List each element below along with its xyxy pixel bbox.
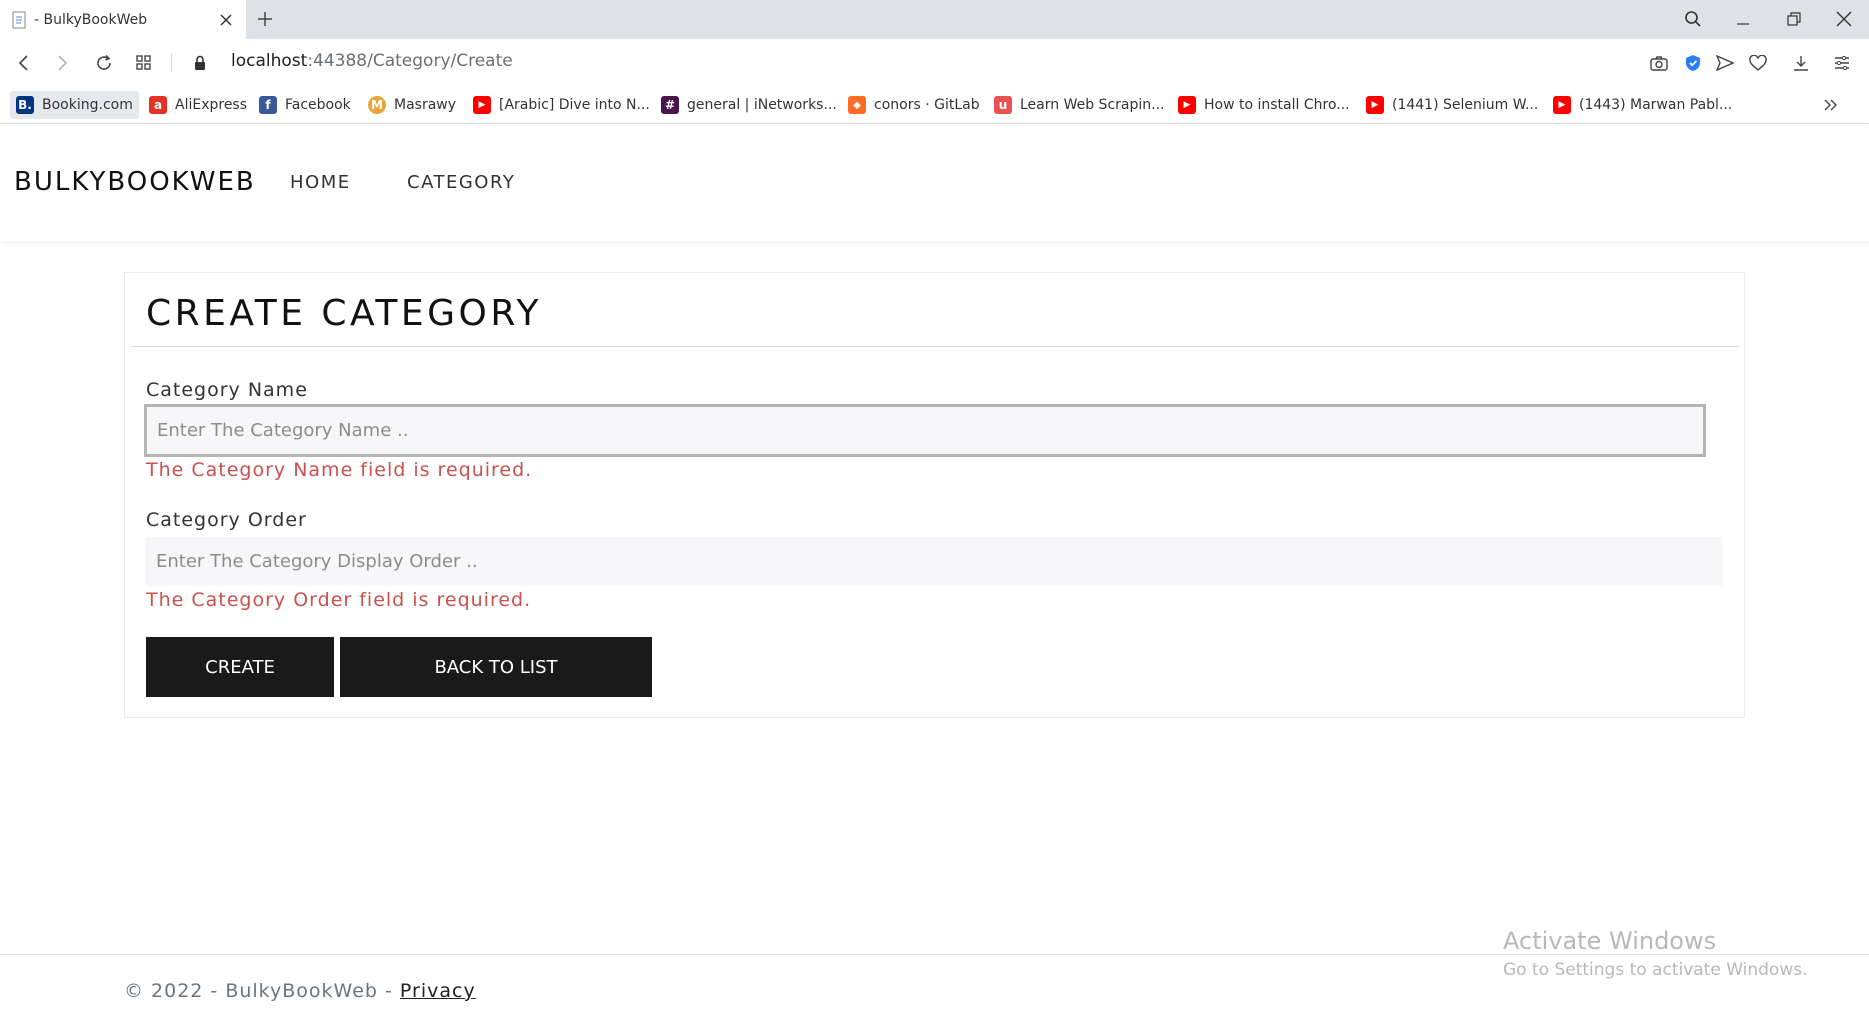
activate-windows-title: Activate Windows xyxy=(1503,927,1717,955)
bookmark-label: (1443) Marwan Pabl... xyxy=(1579,97,1733,113)
bookmark-label: (1441) Selenium W... xyxy=(1392,97,1539,113)
bookmark-install-chrome[interactable]: ▶ How to install Chro... xyxy=(1172,91,1356,119)
bookmarks-bar: B. Booking.com a AliExpress f Facebook M Mas… xyxy=(0,86,1869,124)
bookmark-aliexpress[interactable]: a AliExpress xyxy=(143,91,253,119)
bookmark-web-scraping[interactable]: u Learn Web Scrapin... xyxy=(988,91,1170,119)
bookmark-booking[interactable]: B. Booking.com xyxy=(10,91,139,119)
bookmark-label: Booking.com xyxy=(42,97,133,113)
chevron-double-right-icon[interactable] xyxy=(1821,95,1841,115)
bookmark-gitlab[interactable]: ◆ conors · GitLab xyxy=(842,91,986,119)
nav-category[interactable]: CATEGORY xyxy=(407,172,515,193)
minimize-icon[interactable] xyxy=(1728,6,1758,32)
close-tab-icon[interactable] xyxy=(216,10,236,30)
brand-logo[interactable]: BULKYBOOKWEB xyxy=(14,167,256,197)
lock-icon[interactable] xyxy=(187,50,213,76)
create-button[interactable]: CREATE xyxy=(146,637,334,697)
new-tab-icon[interactable] xyxy=(252,6,278,32)
address-bar[interactable]: localhost:44388/Category/Create xyxy=(231,51,513,71)
category-order-input[interactable] xyxy=(146,537,1723,586)
aliexpress-icon: a xyxy=(149,96,167,114)
youtube-icon: ▶ xyxy=(1366,96,1384,114)
privacy-link[interactable]: Privacy xyxy=(400,980,476,1002)
activate-windows-subtitle: Go to Settings to activate Windows. xyxy=(1503,960,1808,980)
restore-icon[interactable] xyxy=(1779,6,1809,32)
bookmark-slack-general[interactable]: # general | iNetworks... xyxy=(655,91,843,119)
bookmark-label: Learn Web Scrapin... xyxy=(1020,97,1165,113)
udemy-icon: u xyxy=(994,96,1012,114)
category-order-error: The Category Order field is required. xyxy=(146,589,532,611)
page-icon xyxy=(10,10,30,30)
heart-icon[interactable] xyxy=(1745,50,1771,76)
category-name-label: Category Name xyxy=(146,379,308,401)
back-icon[interactable] xyxy=(11,50,37,76)
bookmark-facebook[interactable]: f Facebook xyxy=(253,91,357,119)
booking-icon: B. xyxy=(16,96,34,114)
bookmark-label: How to install Chro... xyxy=(1204,97,1350,113)
browser-toolbar: localhost:44388/Category/Create xyxy=(0,39,1869,86)
category-name-error: The Category Name field is required. xyxy=(146,459,533,481)
category-name-input[interactable] xyxy=(144,404,1706,457)
page-title: CREATE CATEGORY xyxy=(146,293,543,334)
slack-icon: # xyxy=(661,96,679,114)
bookmark-dive-into[interactable]: ▶ [Arabic] Dive into N... xyxy=(467,91,656,119)
bookmark-label: Masrawy xyxy=(394,97,457,113)
camera-icon[interactable] xyxy=(1646,50,1672,76)
nav-home[interactable]: HOME xyxy=(290,172,351,193)
footer: © 2022 - BulkyBookWeb - Privacy xyxy=(124,980,476,1002)
gitlab-icon: ◆ xyxy=(848,96,866,114)
category-order-label: Category Order xyxy=(146,509,307,531)
masrawy-icon: M xyxy=(368,96,386,114)
bookmark-label: [Arabic] Dive into N... xyxy=(499,97,650,113)
bookmark-label: Facebook xyxy=(285,97,351,113)
create-category-card: CREATE CATEGORY Category Name The Catego… xyxy=(124,272,1745,718)
close-window-icon[interactable] xyxy=(1829,6,1859,32)
url-host: localhost xyxy=(231,51,308,71)
bookmark-label: AliExpress xyxy=(175,97,248,113)
easy-setup-icon[interactable] xyxy=(1829,50,1855,76)
youtube-icon: ▶ xyxy=(473,96,491,114)
title-divider xyxy=(131,346,1739,347)
site-navbar: BULKYBOOKWEB HOME CATEGORY xyxy=(0,124,1869,241)
bookmark-selenium[interactable]: ▶ (1441) Selenium W... xyxy=(1360,91,1544,119)
bookmark-masrawy[interactable]: M Masrawy xyxy=(362,91,462,119)
send-icon[interactable] xyxy=(1712,50,1738,76)
youtube-icon: ▶ xyxy=(1553,96,1571,114)
browser-tab-bar: - BulkyBookWeb xyxy=(0,0,1869,39)
download-icon[interactable] xyxy=(1788,50,1814,76)
bookmark-marwan[interactable]: ▶ (1443) Marwan Pabl... xyxy=(1547,91,1738,119)
browser-search-icon[interactable] xyxy=(1678,6,1708,32)
youtube-icon: ▶ xyxy=(1178,96,1196,114)
speed-dial-icon[interactable] xyxy=(131,50,157,76)
url-path: :44388/Category/Create xyxy=(307,51,513,71)
back-to-list-button[interactable]: BACK TO LIST xyxy=(340,637,652,697)
toolbar-divider xyxy=(171,54,172,72)
browser-tab[interactable]: - BulkyBookWeb xyxy=(0,0,246,39)
footer-copyright: © 2022 - BulkyBookWeb - xyxy=(124,980,400,1002)
tab-title: - BulkyBookWeb xyxy=(34,11,148,28)
reload-icon[interactable] xyxy=(91,50,117,76)
shield-icon[interactable] xyxy=(1680,50,1706,76)
bookmark-label: general | iNetworks... xyxy=(687,97,837,113)
bookmark-label: conors · GitLab xyxy=(874,97,980,113)
forward-icon[interactable] xyxy=(49,50,75,76)
facebook-icon: f xyxy=(259,96,277,114)
